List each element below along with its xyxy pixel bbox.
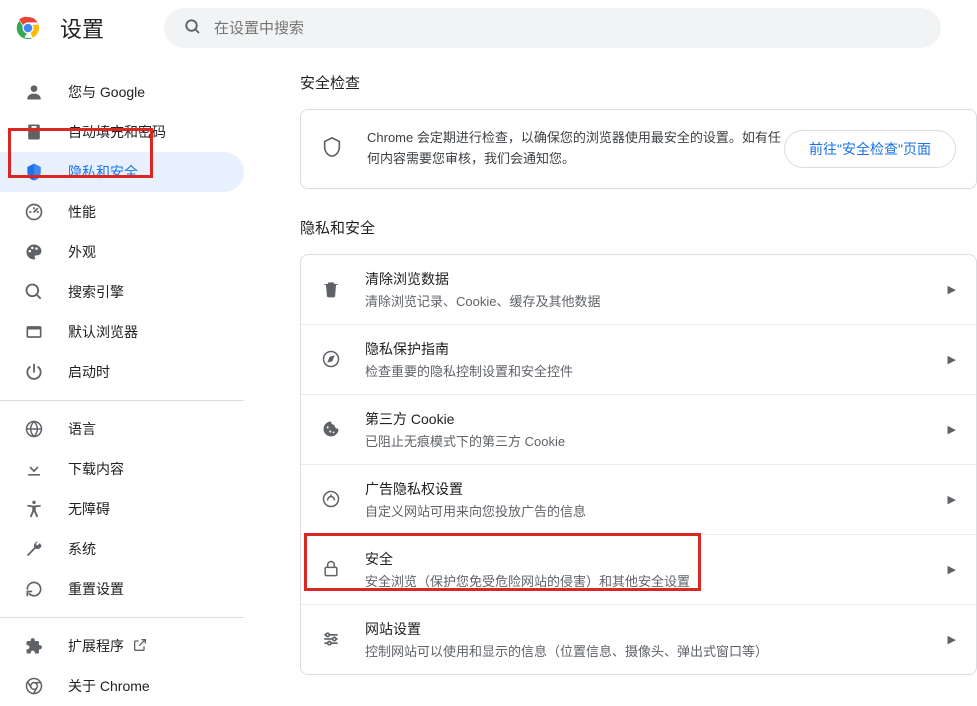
chevron-right-icon: ▶ [948,423,956,436]
divider [0,617,244,618]
safety-check-card: Chrome 会定期进行检查，以确保您的浏览器使用最安全的设置。如有任何内容需要… [300,109,977,189]
external-link-icon [132,637,148,656]
sliders-icon [321,629,341,649]
nav-on-startup[interactable]: 启动时 [0,352,244,392]
compass-icon [321,349,341,369]
chevron-right-icon: ▶ [948,283,956,296]
item-site-settings[interactable]: 网站设置 控制网站可以使用和显示的信息（位置信息、摄像头、弹出式窗口等） ▶ [301,604,976,674]
nav-appearance[interactable]: 外观 [0,232,244,272]
chevron-right-icon: ▶ [948,633,956,646]
puzzle-icon [24,636,44,656]
safety-check-text: Chrome 会定期进行检查，以确保您的浏览器使用最安全的设置。如有任何内容需要… [367,128,784,170]
power-icon [24,362,44,382]
safety-check-title: 安全检查 [300,72,977,93]
item-privacy-guide[interactable]: 隐私保护指南 检查重要的隐私控制设置和安全控件 ▶ [301,324,976,394]
chevron-right-icon: ▶ [948,493,956,506]
divider [0,400,244,401]
page-title: 设置 [60,12,104,44]
search-icon [24,282,44,302]
search-icon [184,18,202,39]
item-security[interactable]: 安全 安全浏览（保护您免受危险网站的侵害）和其他安全设置 ▶ [301,534,976,604]
search-input[interactable] [214,20,921,37]
nav-privacy-security[interactable]: 隐私和安全 [0,152,244,192]
main-content: 安全检查 Chrome 会定期进行检查，以确保您的浏览器使用最安全的设置。如有任… [260,56,977,706]
nav-extensions[interactable]: 扩展程序 [0,626,244,666]
nav-reset[interactable]: 重置设置 [0,569,244,609]
lock-icon [321,559,341,579]
globe-icon [24,419,44,439]
chrome-logo-icon [16,16,40,40]
nav-search-engine[interactable]: 搜索引擎 [0,272,244,312]
wrench-icon [24,539,44,559]
shield-icon [321,136,343,161]
chevron-right-icon: ▶ [948,353,956,366]
privacy-title: 隐私和安全 [300,217,977,238]
browser-icon [24,322,44,342]
accessibility-icon [24,499,44,519]
reset-icon [24,579,44,599]
goto-safety-check-button[interactable]: 前往"安全检查"页面 [784,130,956,168]
item-third-party-cookies[interactable]: 第三方 Cookie 已阻止无痕模式下的第三方 Cookie ▶ [301,394,976,464]
download-icon [24,459,44,479]
chevron-right-icon: ▶ [948,563,956,576]
cookie-icon [321,419,341,439]
autofill-icon [24,122,44,142]
nav-languages[interactable]: 语言 [0,409,244,449]
shield-icon [24,162,44,182]
search-bar[interactable] [164,8,941,48]
nav-downloads[interactable]: 下载内容 [0,449,244,489]
speedometer-icon [24,202,44,222]
trash-icon [321,279,341,299]
item-clear-browsing-data[interactable]: 清除浏览数据 清除浏览记录、Cookie、缓存及其他数据 ▶ [301,255,976,324]
nav-you-and-google[interactable]: 您与 Google [0,72,244,112]
sidebar: 您与 Google 自动填充和密码 隐私和安全 性能 外观 搜索引擎 默认浏览器 [0,56,260,706]
nav-performance[interactable]: 性能 [0,192,244,232]
nav-default-browser[interactable]: 默认浏览器 [0,312,244,352]
item-ad-privacy[interactable]: 广告隐私权设置 自定义网站可用来向您投放广告的信息 ▶ [301,464,976,534]
palette-icon [24,242,44,262]
nav-system[interactable]: 系统 [0,529,244,569]
nav-autofill[interactable]: 自动填充和密码 [0,112,244,152]
person-icon [24,82,44,102]
ads-icon [321,489,341,509]
top-header: 设置 [0,0,977,56]
nav-accessibility[interactable]: 无障碍 [0,489,244,529]
privacy-card: 清除浏览数据 清除浏览记录、Cookie、缓存及其他数据 ▶ 隐私保护指南 检查… [300,254,977,675]
chrome-icon [24,676,44,696]
nav-about-chrome[interactable]: 关于 Chrome [0,666,244,706]
